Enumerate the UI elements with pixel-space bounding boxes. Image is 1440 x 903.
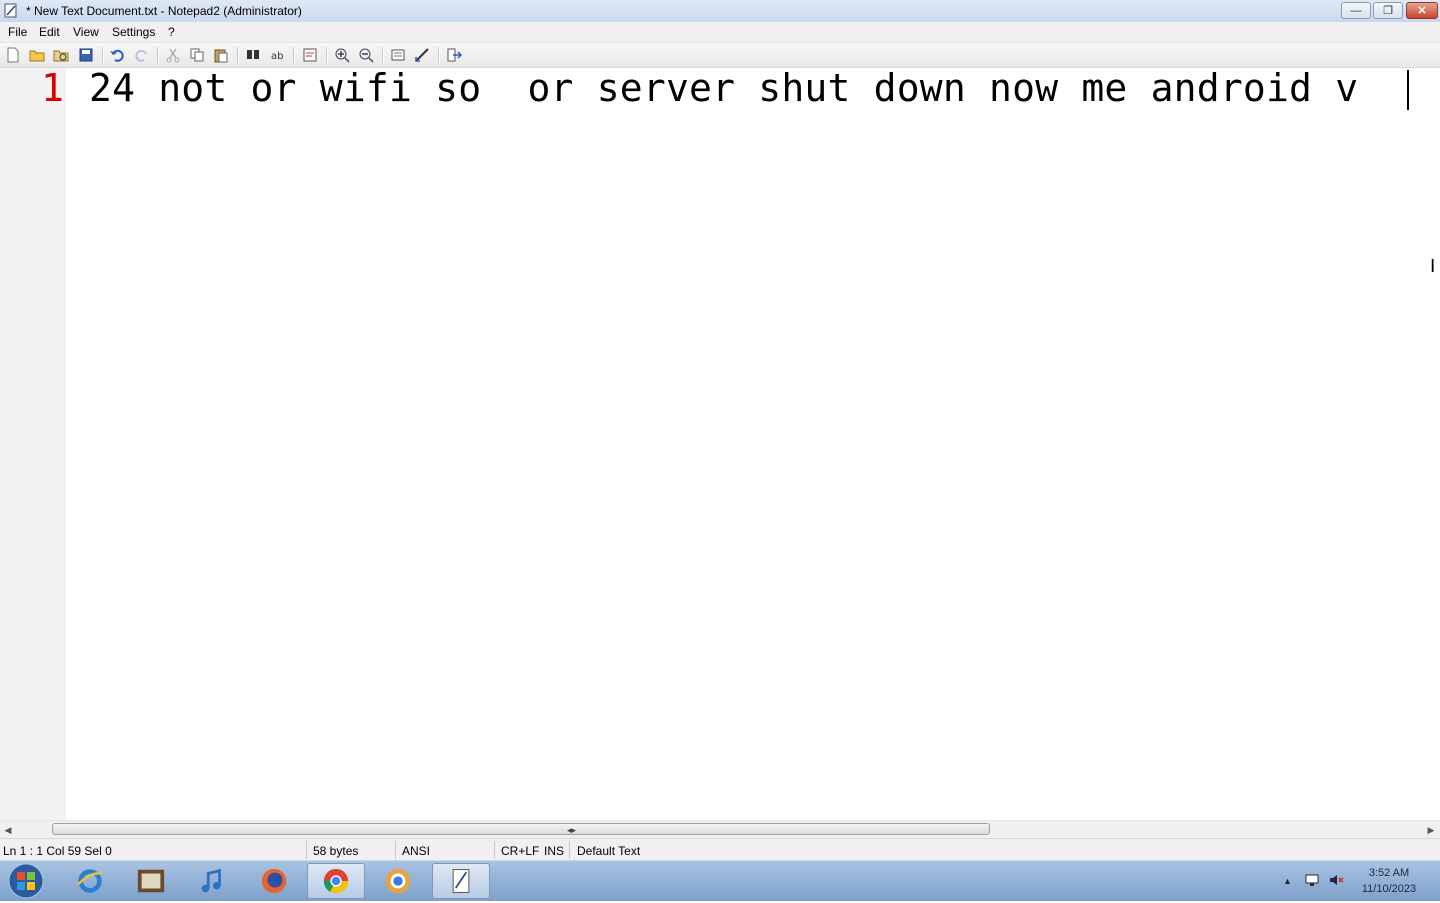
word-wrap-icon[interactable] <box>302 47 318 63</box>
chrome-variant-icon[interactable] <box>369 863 427 899</box>
status-scheme[interactable]: Default Text <box>577 844 640 858</box>
copy-icon[interactable] <box>189 47 205 63</box>
menu-edit[interactable]: Edit <box>39 25 60 39</box>
menu-view[interactable]: View <box>73 25 99 39</box>
notepad2-icon[interactable] <box>432 863 490 899</box>
status-size: 58 bytes <box>313 844 359 858</box>
line-number-gutter: 1 <box>0 68 66 820</box>
chrome-icon[interactable] <box>307 863 365 899</box>
volume-muted-icon[interactable] <box>1328 872 1344 891</box>
internet-explorer-icon[interactable] <box>61 863 119 899</box>
text-caret <box>1407 70 1409 110</box>
exit-icon[interactable] <box>446 47 462 63</box>
horizontal-scrollbar[interactable]: ◀ ◂▸ ▶ <box>0 820 1440 838</box>
status-insert-mode[interactable]: INS <box>544 844 564 858</box>
customize-schemes-icon[interactable] <box>414 47 430 63</box>
title-bar[interactable]: * New Text Document.txt - Notepad2 (Admi… <box>0 0 1440 23</box>
itunes-icon[interactable] <box>183 863 241 899</box>
restore-button[interactable]: ❐ <box>1373 2 1403 19</box>
open-icon[interactable] <box>29 47 45 63</box>
select-scheme-icon[interactable] <box>390 47 406 63</box>
menu-file[interactable]: File <box>8 25 27 39</box>
ibeam-cursor-icon: I <box>1430 256 1436 277</box>
paste-icon[interactable] <box>213 47 229 63</box>
status-bar: Ln 1 : 1 Col 59 Sel 0 58 bytes ANSI CR+L… <box>0 838 1440 861</box>
line-number: 1 <box>41 66 64 110</box>
scrollbar-thumb[interactable]: ◂▸ <box>52 823 990 835</box>
scroll-grip-icon: ◂▸ <box>567 825 577 835</box>
taskbar: ▲ 3:52 AM 11/10/2023 <box>0 860 1440 901</box>
toolbar: ab <box>0 43 1440 68</box>
start-button[interactable] <box>6 862 46 900</box>
close-button[interactable]: ✕ <box>1406 2 1438 19</box>
scroll-right-icon[interactable]: ▶ <box>1424 823 1438 837</box>
clock-date: 11/10/2023 <box>1361 883 1417 895</box>
show-hidden-icons-icon[interactable]: ▲ <box>1283 876 1292 886</box>
media-player-icon[interactable] <box>122 863 180 899</box>
redo-icon[interactable] <box>134 47 150 63</box>
menu-settings[interactable]: Settings <box>112 25 155 39</box>
status-encoding[interactable]: ANSI <box>402 844 430 858</box>
save-icon[interactable] <box>78 47 94 63</box>
menu-bar: File Edit View Settings ? <box>0 22 1440 43</box>
cut-icon[interactable] <box>165 47 181 63</box>
new-icon[interactable] <box>5 47 21 63</box>
zoom-out-icon[interactable] <box>358 47 374 63</box>
undo-icon[interactable] <box>109 47 125 63</box>
network-icon[interactable] <box>1304 872 1320 891</box>
browse-icon[interactable] <box>53 47 69 63</box>
window-title: * New Text Document.txt - Notepad2 (Admi… <box>26 4 302 18</box>
editor-line-1[interactable]: 24 not or wifi so or server shut down no… <box>89 68 1358 108</box>
text-editor[interactable]: 1 24 not or wifi so or server shut down … <box>0 68 1440 820</box>
notepad2-app-icon[interactable] <box>4 3 18 18</box>
status-position: Ln 1 : 1 Col 59 Sel 0 <box>3 844 112 858</box>
find-icon[interactable] <box>245 47 261 63</box>
zoom-in-icon[interactable] <box>334 47 350 63</box>
replace-icon[interactable]: ab <box>270 47 286 63</box>
clock-time: 3:52 AM <box>1368 867 1410 879</box>
svg-text:ab: ab <box>271 51 283 62</box>
scroll-left-icon[interactable]: ◀ <box>1 823 15 837</box>
system-clock[interactable]: 3:52 AM 11/10/2023 <box>1356 865 1422 897</box>
menu-help[interactable]: ? <box>168 25 175 39</box>
firefox-icon[interactable] <box>245 863 303 899</box>
status-line-ending[interactable]: CR+LF <box>501 844 539 858</box>
minimize-button[interactable]: — <box>1341 2 1371 19</box>
